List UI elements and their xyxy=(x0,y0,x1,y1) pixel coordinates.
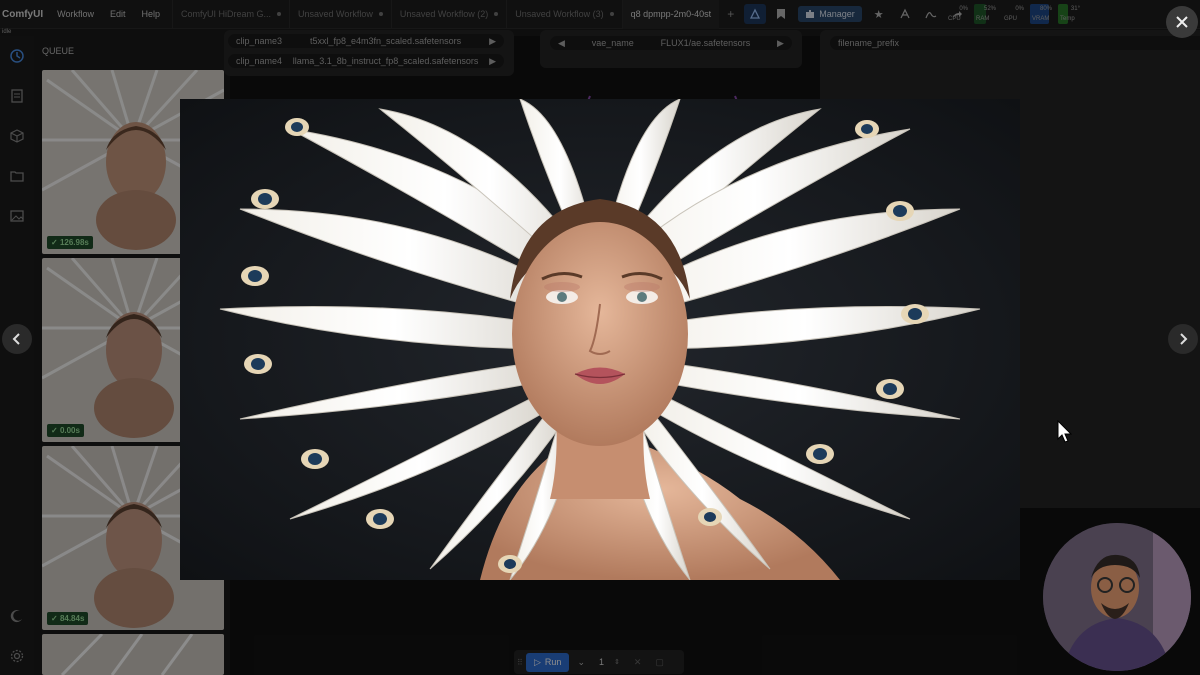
close-icon xyxy=(1176,16,1188,28)
generated-portrait-image xyxy=(180,99,1020,580)
close-lightbox-button[interactable] xyxy=(1166,6,1198,38)
next-image-button[interactable] xyxy=(1168,324,1198,354)
comfyui-app: ComfyUI Workflow Edit Help ComfyUI HiDre… xyxy=(0,0,1200,675)
mouse-cursor-icon xyxy=(1057,420,1073,443)
presenter-video xyxy=(1043,523,1191,671)
lightbox-image xyxy=(180,99,1020,580)
chevron-right-icon xyxy=(1180,333,1188,345)
chevron-left-icon xyxy=(12,333,20,345)
webcam-overlay xyxy=(1043,523,1191,671)
previous-image-button[interactable] xyxy=(2,324,32,354)
